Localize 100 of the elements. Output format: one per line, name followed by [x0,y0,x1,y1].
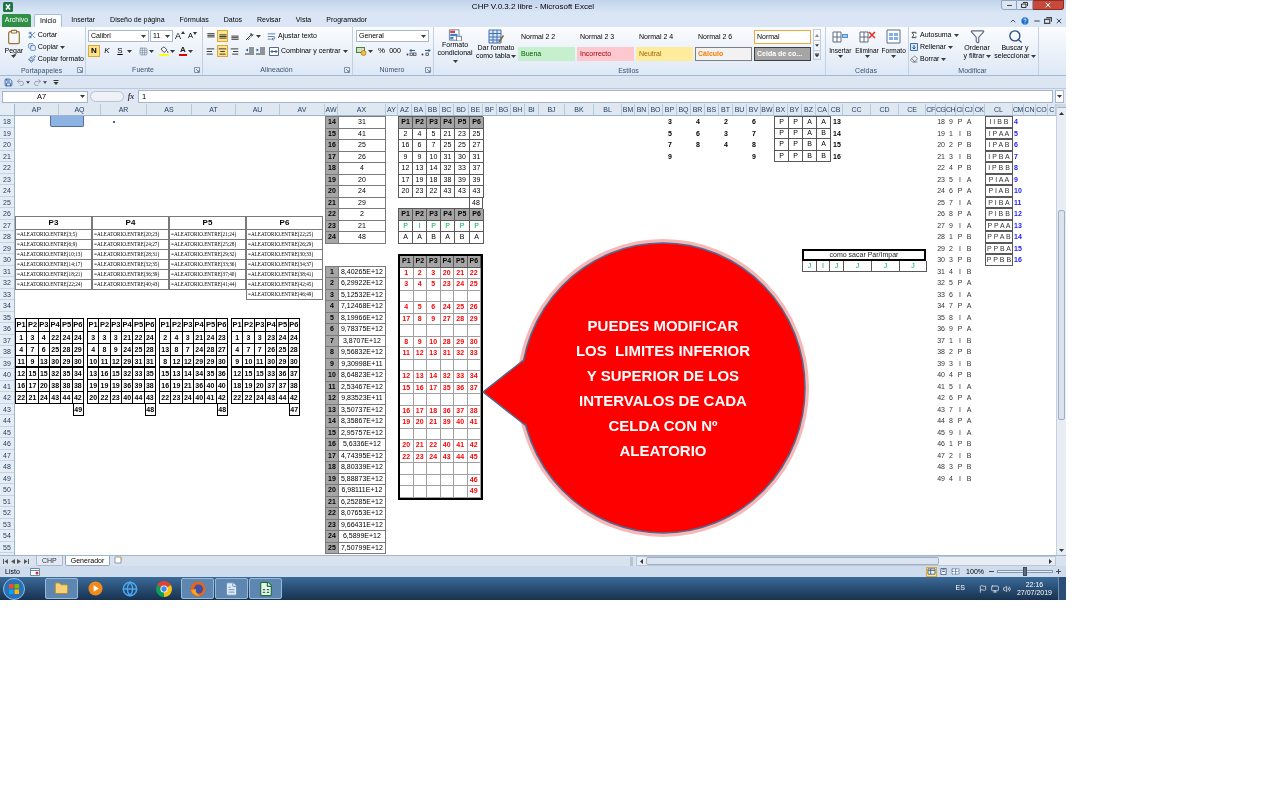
caret-icon [1059,548,1064,552]
volume-icon[interactable] [1002,584,1011,593]
tab-split-handle[interactable] [630,556,633,566]
close-icon[interactable] [1055,16,1063,25]
plus-icon [1055,568,1062,575]
align-middle-icon [218,31,227,41]
taskbar-app-button[interactable] [181,578,214,599]
up-arrow-icon [1059,111,1064,115]
last-sheet-icon[interactable] [23,558,29,564]
document-icon [224,580,239,597]
increase-indent-icon [255,47,265,55]
up-caret-icon [815,33,819,37]
table-format-icon [488,29,504,44]
insert-cells-icon [831,29,849,44]
decrease-indent-icon [244,47,254,55]
gallery-more-button[interactable] [814,50,820,59]
caret-icon [43,80,47,84]
taskbar-app-button[interactable] [249,578,282,599]
view-button[interactable] [950,566,962,577]
left-arrow-icon [640,558,643,564]
zoom-slider[interactable] [997,570,1053,573]
filter-icon [969,29,985,44]
maximize-button[interactable] [1017,0,1033,10]
caret-icon [256,34,261,38]
caret-icon [985,54,991,58]
horizontal-align-button[interactable] [229,45,240,57]
start-orb-icon[interactable] [3,577,25,600]
flag-icon[interactable] [978,584,987,593]
ring-logo-icon [155,580,172,597]
increase-decimal-icon [405,46,417,56]
caret-icon [421,34,426,38]
sigma-icon [910,31,918,39]
fill-color-button[interactable] [159,45,175,57]
redo-button[interactable] [33,77,47,87]
header-cell: P3 [16,217,92,230]
save-button[interactable] [3,77,13,87]
font-style-button[interactable]: S [114,45,126,57]
horizontal-align-button[interactable] [205,45,216,57]
header-cell: P5 [170,217,246,230]
previous-sheet-icon[interactable] [10,558,15,564]
caret-icon [127,49,132,53]
accounting-format-button[interactable] [356,45,373,57]
customize-toolbar-button[interactable] [53,77,59,87]
help-icon[interactable] [1020,15,1030,26]
restore-icon [1021,2,1028,8]
header-cell: P4 [93,217,169,230]
next-sheet-icon[interactable] [17,558,22,564]
copy-icon [27,43,36,51]
undo-icon [16,77,25,87]
clipboard-icon [5,29,22,45]
restore-icon[interactable] [1044,17,1052,24]
caret-icon [1057,95,1062,98]
vertical-align-button[interactable] [217,30,228,42]
font-style-button[interactable]: K [101,45,113,57]
header-cell: P6 [247,217,323,230]
launcher-icon[interactable] [77,67,83,73]
undo-button[interactable] [16,77,30,87]
font-style-button[interactable]: N [88,45,100,57]
split-handle[interactable] [1057,104,1066,108]
scissors-icon [27,31,36,39]
scrollbar-thumb[interactable] [1058,210,1065,420]
orientation-button[interactable] [245,30,261,42]
zoom-in-button[interactable] [1055,568,1062,575]
caret-icon [837,55,843,58]
zoom-out-button[interactable] [988,568,995,575]
grow-font-button[interactable]: A [174,30,186,42]
orientation-icon [245,31,255,41]
caret-icon [368,49,373,53]
font-color-button[interactable]: A [179,45,193,57]
launcher-icon[interactable] [194,66,200,73]
caret-icon [141,34,146,38]
expand-formula-button[interactable] [1055,90,1064,103]
align-top-icon [206,31,215,41]
caret-icon [11,55,17,58]
zoom-slider-thumb[interactable] [1023,567,1027,576]
launcher-icon[interactable] [425,66,431,73]
formula-bar-handle[interactable] [90,91,124,102]
first-sheet-icon[interactable] [3,558,9,564]
caret-icon [815,44,819,47]
scroll-left-button[interactable] [637,557,646,565]
monitor-icon[interactable] [990,584,999,593]
horizontal-align-button[interactable] [217,45,228,57]
eraser-icon [910,55,918,63]
caret-icon [511,54,517,58]
save-icon [3,77,13,87]
insert-function-button[interactable]: fx [126,90,136,103]
view-button[interactable] [938,566,950,577]
borders-button[interactable] [139,45,154,57]
down-caret-icon [193,32,198,35]
launcher-icon[interactable] [344,66,350,73]
redo-icon [33,77,42,87]
percent-button[interactable]: % [378,45,386,57]
scroll-right-button[interactable] [1046,557,1055,565]
caret-icon [453,59,458,63]
view-button[interactable] [926,566,938,577]
close-button[interactable] [1033,0,1064,10]
minimize-button[interactable] [1001,0,1017,10]
macro-record-icon[interactable] [30,567,40,576]
scrollbar-thumb[interactable] [646,557,939,565]
folder-icon [53,581,70,596]
